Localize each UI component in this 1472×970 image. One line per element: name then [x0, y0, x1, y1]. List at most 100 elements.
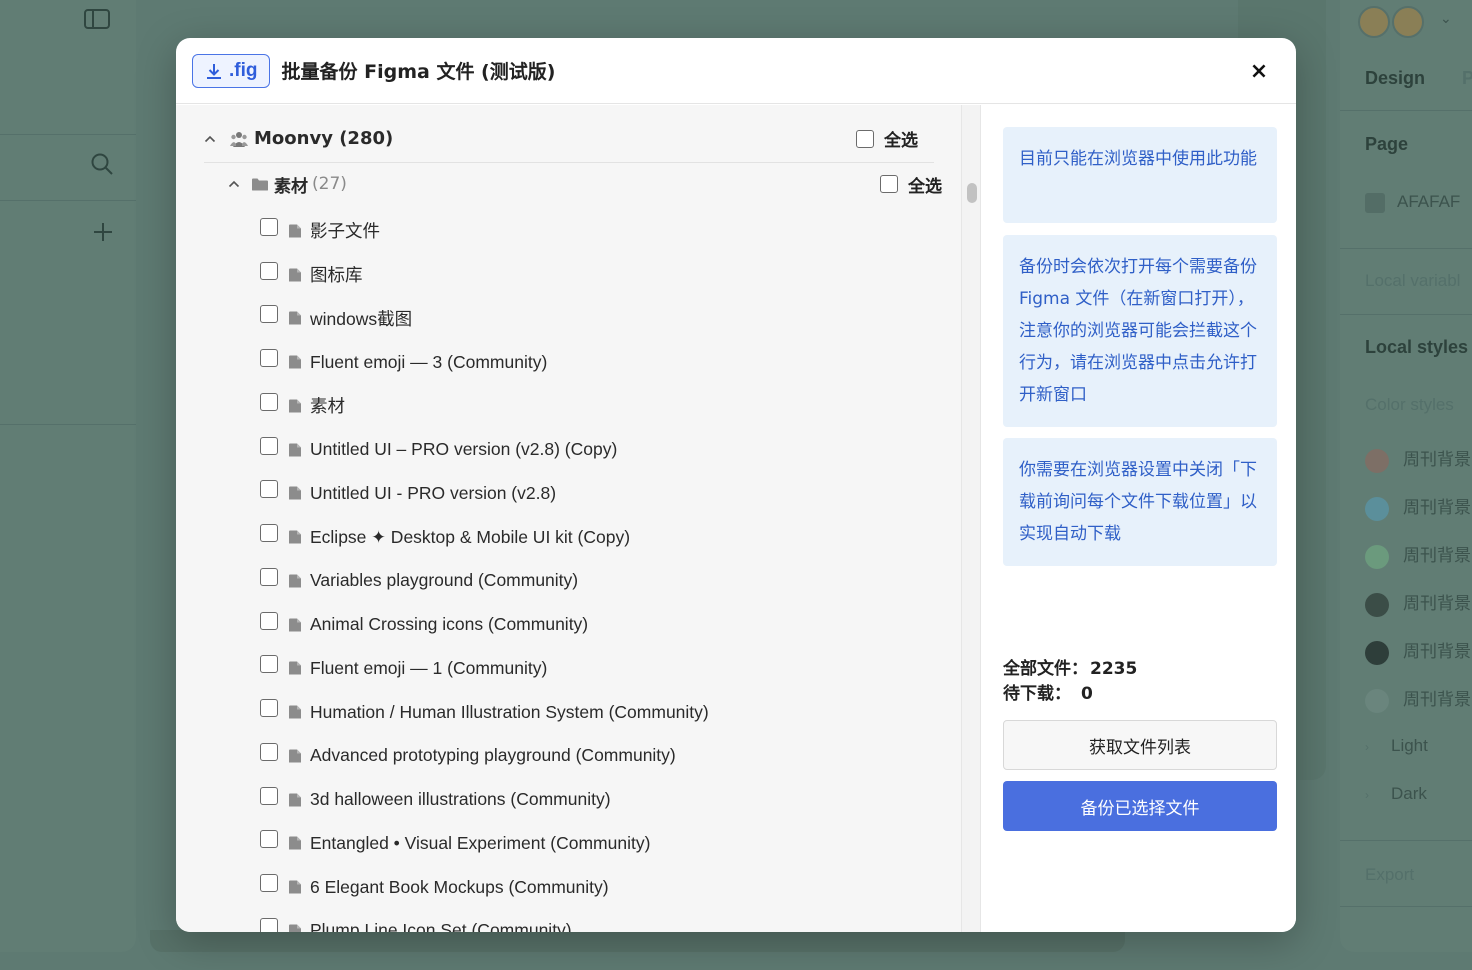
file-name: Untitled UI – PRO version (v2.8) (Copy) — [310, 439, 618, 460]
project-select-all-checkbox[interactable] — [880, 175, 898, 193]
search-icon[interactable] — [90, 152, 114, 181]
info-panel: 目前只能在浏览器中使用此功能 备份时会依次打开每个需要备份 Figma 文件（在… — [981, 105, 1296, 932]
file-name: Eclipse ✦ Desktop & Mobile UI kit (Copy) — [310, 526, 631, 547]
project-select-all[interactable]: 全选 — [880, 172, 942, 197]
file-checkbox[interactable] — [260, 917, 278, 932]
sidebar-toggle-icon[interactable] — [84, 8, 110, 35]
pending-value: 0 — [1081, 684, 1093, 704]
add-icon[interactable] — [92, 221, 114, 248]
file-checkbox[interactable] — [260, 436, 278, 455]
tab-prototype[interactable]: P — [1462, 68, 1472, 89]
file-row[interactable]: 图标库 — [260, 253, 940, 297]
file-row[interactable]: Animal Crossing icons (Community) — [260, 603, 940, 647]
file-name: 6 Elegant Book Mockups (Community) — [310, 876, 609, 897]
file-icon — [288, 224, 302, 238]
file-row[interactable]: Untitled UI – PRO version (v2.8) (Copy) — [260, 428, 940, 472]
file-name: Plump Line Icon Set (Community) — [310, 920, 572, 932]
scrollbar[interactable] — [961, 105, 981, 932]
file-row[interactable]: 3d halloween illustrations (Community) — [260, 778, 940, 822]
avatar — [1358, 6, 1390, 38]
page-color-field[interactable]: AFAFAF — [1365, 192, 1460, 213]
file-checkbox[interactable] — [260, 261, 278, 280]
file-icon — [288, 924, 302, 932]
file-checkbox[interactable] — [260, 392, 278, 411]
file-row[interactable]: 素材 — [260, 384, 940, 428]
file-icon — [288, 574, 302, 588]
team-select-all-checkbox[interactable] — [856, 129, 874, 148]
style-group-dark[interactable]: › Dark — [1365, 784, 1427, 804]
file-row[interactable]: Fluent emoji — 1 (Community) — [260, 647, 940, 691]
close-button[interactable]: × — [1246, 58, 1272, 84]
file-checkbox[interactable] — [260, 349, 278, 368]
file-name: Fluent emoji — 1 (Community) — [310, 657, 548, 678]
total-files-value: 2235 — [1090, 659, 1138, 679]
tab-design[interactable]: Design — [1365, 68, 1425, 89]
scrollbar-thumb[interactable] — [967, 183, 977, 203]
team-select-all[interactable]: 全选 — [856, 126, 918, 151]
team-icon — [230, 131, 248, 147]
team-select-all-label: 全选 — [884, 131, 918, 151]
file-name: Humation / Human Illustration System (Co… — [310, 701, 709, 722]
fig-badge-label: .fig — [229, 59, 258, 81]
file-row[interactable]: Fluent emoji — 3 (Community) — [260, 340, 940, 384]
style-item[interactable]: 周刊背景 — [1365, 541, 1471, 569]
file-row[interactable]: Entangled • Visual Experiment (Community… — [260, 822, 940, 866]
file-icon — [288, 311, 302, 325]
canvas-bottom-edge — [150, 930, 1125, 952]
file-row[interactable]: 影子文件 — [260, 209, 940, 253]
file-checkbox[interactable] — [260, 217, 278, 236]
file-checkbox[interactable] — [260, 305, 278, 324]
fetch-file-list-button[interactable]: 获取文件列表 — [1003, 720, 1277, 770]
team-row[interactable]: Moonvy (280) 全选 — [204, 119, 934, 163]
chevron-right-icon: › — [1365, 740, 1369, 754]
file-checkbox[interactable] — [260, 524, 278, 543]
file-name: 图标库 — [310, 265, 363, 286]
file-icon — [288, 443, 302, 457]
chevron-right-icon: › — [1365, 788, 1369, 802]
file-row[interactable]: Eclipse ✦ Desktop & Mobile UI kit (Copy) — [260, 515, 940, 559]
folder-icon — [252, 178, 268, 191]
file-row[interactable]: Untitled UI - PRO version (v2.8) — [260, 472, 940, 516]
file-checkbox[interactable] — [260, 742, 278, 761]
local-variables[interactable]: Local variabl — [1365, 271, 1460, 291]
style-item[interactable]: 周刊背景 — [1365, 685, 1471, 713]
file-row[interactable]: 6 Elegant Book Mockups (Community) — [260, 865, 940, 909]
file-checkbox[interactable] — [260, 480, 278, 499]
file-row[interactable]: Variables playground (Community) — [260, 559, 940, 603]
file-row[interactable]: Advanced prototyping playground (Communi… — [260, 734, 940, 778]
style-item[interactable]: 周刊背景 — [1365, 445, 1471, 473]
style-item[interactable]: 周刊背景 — [1365, 493, 1471, 521]
file-row[interactable]: Plump Line Icon Set (Community) — [260, 909, 940, 932]
file-checkbox[interactable] — [260, 830, 278, 849]
file-name: Advanced prototyping playground (Communi… — [310, 745, 676, 766]
chevron-down-icon[interactable]: ⌄ — [1440, 10, 1452, 27]
file-checkbox[interactable] — [260, 786, 278, 805]
file-checkbox[interactable] — [260, 567, 278, 586]
file-icon — [288, 355, 302, 369]
style-item[interactable]: 周刊背景 — [1365, 637, 1471, 665]
file-checkbox[interactable] — [260, 699, 278, 718]
style-group-light[interactable]: › Light — [1365, 736, 1428, 756]
project-row[interactable]: 素材 (27) 全选 — [228, 169, 942, 199]
file-row[interactable]: Humation / Human Illustration System (Co… — [260, 690, 940, 734]
chevron-up-icon[interactable] — [228, 180, 246, 188]
notice-popup-blocking: 备份时会依次打开每个需要备份 Figma 文件（在新窗口打开），注意你的浏览器可… — [1003, 235, 1277, 427]
download-icon — [205, 62, 223, 80]
file-checkbox[interactable] — [260, 655, 278, 674]
style-item[interactable]: 周刊背景 — [1365, 589, 1471, 617]
file-icon — [288, 618, 302, 632]
file-tree: Moonvy (280) 全选 素材 (27) 全选 影子文件图标库 window… — [176, 105, 961, 932]
total-files-label: 全部文件： — [1003, 659, 1088, 679]
modal-title: 批量备份 Figma 文件 (测试版) — [281, 61, 556, 83]
file-list: 影子文件图标库 windows截图 Fluent emoji — 3 (Commun… — [260, 209, 940, 932]
file-checkbox[interactable] — [260, 611, 278, 630]
file-checkbox[interactable] — [260, 874, 278, 893]
export-section[interactable]: Export — [1365, 865, 1414, 885]
file-row[interactable]: windows截图 — [260, 297, 940, 341]
team-name: Moonvy (280) — [254, 128, 394, 149]
chevron-up-icon[interactable] — [204, 135, 222, 143]
file-name: 影子文件 — [310, 221, 380, 242]
backup-selected-button[interactable]: 备份已选择文件 — [1003, 781, 1277, 831]
file-icon — [288, 793, 302, 807]
figma-left-toolbar — [0, 0, 136, 952]
